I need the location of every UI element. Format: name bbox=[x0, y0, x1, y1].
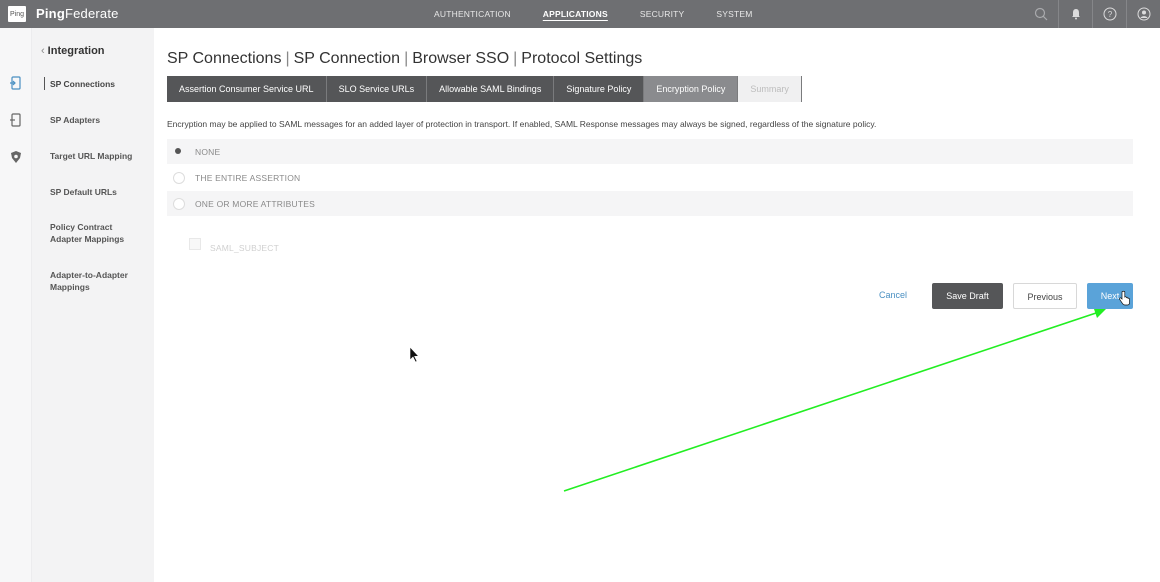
radio-one-or-more-attributes[interactable] bbox=[173, 197, 185, 210]
nav-system[interactable]: SYSTEM bbox=[716, 0, 752, 28]
next-button[interactable]: Next bbox=[1087, 283, 1133, 309]
ping-logo: Ping bbox=[8, 6, 26, 22]
tab-slo-service-urls[interactable]: SLO Service URLs bbox=[326, 76, 428, 102]
sidebar-item-sp-connections[interactable]: SP Connections bbox=[44, 77, 150, 90]
option-label: NONE bbox=[195, 146, 221, 157]
breadcrumb-item: SP Connections bbox=[167, 50, 282, 67]
option-one-or-more-attributes[interactable]: ONE OR MORE ATTRIBUTES bbox=[167, 191, 1133, 216]
user-icon[interactable] bbox=[1126, 0, 1160, 28]
breadcrumb-item: SP Connection bbox=[293, 50, 401, 67]
option-label: THE ENTIRE ASSERTION bbox=[195, 172, 301, 183]
nav-authentication[interactable]: AUTHENTICATION bbox=[434, 0, 511, 28]
app-name: PingFederate bbox=[36, 6, 119, 21]
main-content: SP Connections | SP Connection | Browser SSO… bbox=[154, 28, 1160, 582]
bell-icon[interactable] bbox=[1058, 0, 1092, 28]
security-shield-icon[interactable] bbox=[9, 150, 23, 164]
adapter-icon[interactable] bbox=[9, 113, 23, 127]
top-icons: ? bbox=[1024, 0, 1160, 28]
wizard-tabs: Assertion Consumer Service URL SLO Servi… bbox=[167, 76, 802, 102]
help-icon[interactable]: ? bbox=[1092, 0, 1126, 28]
tab-allowable-saml-bindings[interactable]: Allowable SAML Bindings bbox=[427, 76, 555, 102]
tab-assertion-consumer-service-url[interactable]: Assertion Consumer Service URL bbox=[167, 76, 327, 102]
cancel-button[interactable]: Cancel bbox=[879, 290, 907, 300]
breadcrumb-item: Protocol Settings bbox=[521, 50, 643, 67]
radio-none[interactable] bbox=[173, 146, 185, 158]
save-draft-button[interactable]: Save Draft bbox=[932, 283, 1003, 309]
sidebar: ‹ Integration SP Connections SP Adapters … bbox=[32, 28, 154, 582]
sidebar-back-integration[interactable]: ‹ Integration bbox=[41, 45, 105, 57]
sidebar-item-adapter-to-adapter-mappings[interactable]: Adapter-to-Adapter Mappings bbox=[50, 269, 150, 293]
radio-entire-assertion[interactable] bbox=[173, 171, 185, 184]
attribute-row: SAML_SUBJECT bbox=[189, 235, 279, 253]
previous-button[interactable]: Previous bbox=[1013, 283, 1077, 309]
encryption-description: Encryption may be applied to SAML messag… bbox=[167, 119, 877, 129]
nav-security[interactable]: SECURITY bbox=[640, 0, 685, 28]
tab-summary: Summary bbox=[738, 76, 802, 102]
top-bar: Ping PingFederate AUTHENTICATION APPLICA… bbox=[0, 0, 1160, 28]
top-nav: AUTHENTICATION APPLICATIONS SECURITY SYS… bbox=[434, 0, 785, 28]
left-rail bbox=[0, 28, 32, 582]
search-icon[interactable] bbox=[1024, 0, 1058, 28]
option-entire-assertion[interactable]: THE ENTIRE ASSERTION bbox=[167, 165, 1133, 190]
attribute-label: SAML_SUBJECT bbox=[210, 243, 280, 253]
chevron-left-icon: ‹ bbox=[41, 45, 45, 57]
option-label: ONE OR MORE ATTRIBUTES bbox=[195, 198, 315, 209]
sidebar-item-sp-adapters[interactable]: SP Adapters bbox=[50, 114, 150, 126]
svg-text:?: ? bbox=[1107, 10, 1112, 19]
application-icon[interactable] bbox=[9, 76, 23, 90]
nav-applications[interactable]: APPLICATIONS bbox=[543, 0, 608, 28]
tab-signature-policy[interactable]: Signature Policy bbox=[554, 76, 645, 102]
breadcrumb-item: Browser SSO bbox=[412, 50, 510, 67]
checkbox-saml-subject bbox=[189, 238, 201, 250]
tab-encryption-policy[interactable]: Encryption Policy bbox=[644, 76, 739, 102]
sidebar-item-policy-contract-adapter-mappings[interactable]: Policy Contract Adapter Mappings bbox=[50, 221, 150, 245]
sidebar-item-sp-default-urls[interactable]: SP Default URLs bbox=[50, 186, 150, 198]
sidebar-item-target-url-mapping[interactable]: Target URL Mapping bbox=[50, 150, 150, 162]
option-none[interactable]: NONE bbox=[167, 139, 1133, 164]
breadcrumb: SP Connections | SP Connection | Browser SSO… bbox=[167, 50, 643, 67]
